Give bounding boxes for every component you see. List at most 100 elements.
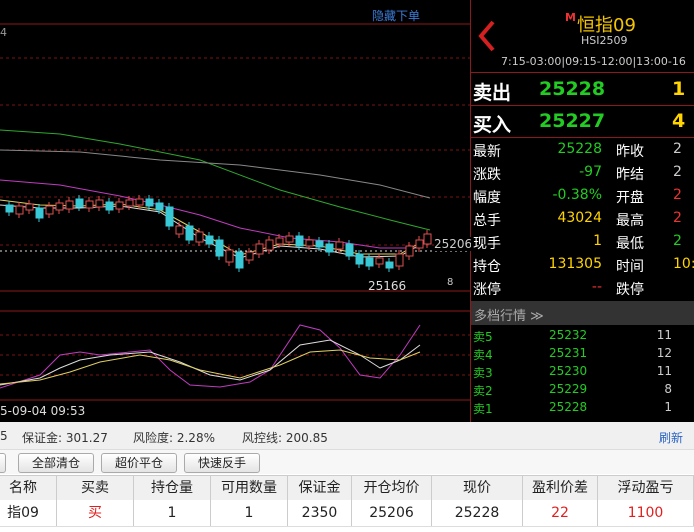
quote-field-label: 时间 bbox=[616, 259, 644, 275]
sell-volume: 1 bbox=[672, 78, 686, 100]
depth-volume: 12 bbox=[656, 346, 672, 360]
column-header[interactable]: 可用数量 bbox=[211, 476, 288, 500]
quote-panel: M 恒指09 HSI2509 7:15-03:00|09:15-12:00|13… bbox=[471, 0, 694, 422]
market-badge: M bbox=[565, 11, 576, 24]
candle-body bbox=[245, 251, 254, 261]
quote-field-value: 2 bbox=[673, 210, 682, 226]
candle-body bbox=[205, 235, 214, 245]
candle-body bbox=[95, 199, 104, 208]
margin-text: 保证金: 301.27 bbox=[22, 431, 108, 445]
depth-row[interactable]: 卖2 25229 8 bbox=[471, 381, 694, 399]
depth-volume: 11 bbox=[656, 328, 672, 342]
kline-chart[interactable]: 隐藏下单 4 25206 25166 8 5-09-04 09:53 bbox=[0, 0, 473, 422]
column-header[interactable]: 盈利价差 bbox=[523, 476, 598, 500]
depth-price: 25229 bbox=[549, 382, 588, 396]
column-header[interactable]: 名称 bbox=[0, 476, 57, 500]
sell-label[interactable]: 卖出 bbox=[473, 78, 511, 105]
buy-label[interactable]: 买入 bbox=[473, 110, 511, 137]
candle-body bbox=[375, 257, 384, 265]
table-cell: 1100 bbox=[598, 500, 694, 526]
candle-body bbox=[405, 245, 414, 257]
depth-price: 25231 bbox=[549, 346, 588, 360]
quote-field-value: 43024 bbox=[557, 210, 602, 226]
divider bbox=[471, 105, 694, 106]
indicator-line-magenta bbox=[0, 324, 421, 389]
depth-row[interactable]: 卖3 25230 11 bbox=[471, 363, 694, 381]
quote-field-value: -- bbox=[591, 279, 602, 295]
depth-row[interactable]: 卖4 25231 12 bbox=[471, 345, 694, 363]
depth-level: 卖3 bbox=[473, 366, 493, 380]
candle-body bbox=[105, 201, 114, 211]
depth-row[interactable]: 卖1 25228 1 bbox=[471, 399, 694, 417]
candle-body bbox=[15, 205, 24, 215]
quote-field-value: 1 bbox=[593, 233, 602, 249]
trade-panel: 5 保证金: 301.27 风险度: 2.28% 风控线: 200.85 刷新 … bbox=[0, 422, 694, 532]
table-cell: 25228 bbox=[432, 500, 523, 526]
risk-text: 风险度: 2.28% bbox=[133, 431, 215, 445]
quote-field-value: 25228 bbox=[557, 141, 602, 157]
column-header[interactable]: 持仓量 bbox=[134, 476, 211, 500]
quote-field-label: 涨跌 bbox=[473, 167, 501, 183]
depth-header[interactable]: 多档行情 ≫ bbox=[471, 301, 694, 325]
sell-price[interactable]: 25228 bbox=[539, 78, 605, 100]
quote-field-label: 现手 bbox=[473, 236, 501, 252]
refresh-link[interactable]: 刷新 bbox=[659, 429, 683, 446]
depth-volume: 8 bbox=[664, 382, 672, 396]
crosshair-date-label: 5-09-04 09:53 bbox=[0, 404, 86, 418]
quote-field-value: 2 bbox=[673, 233, 682, 249]
account-prefix: 5 bbox=[0, 429, 8, 443]
quote-field-label: 涨停 bbox=[473, 282, 501, 298]
column-header[interactable]: 买卖 bbox=[57, 476, 134, 500]
clear-all-button[interactable]: 全部清仓 bbox=[18, 453, 94, 473]
quote-row: 最新 25228 昨收 2 bbox=[471, 139, 694, 162]
quote-field-value: -97 bbox=[579, 164, 602, 180]
table-cell: 买 bbox=[57, 500, 134, 526]
price-line-label: 25206 bbox=[434, 237, 473, 251]
table-row[interactable]: 指09 买 1 1 2350 25206 25228 22 1100 bbox=[0, 500, 694, 527]
candle-body bbox=[75, 198, 84, 208]
candle-body bbox=[225, 249, 234, 263]
depth-title[interactable]: 多档行情 ≫ bbox=[474, 305, 544, 324]
fast-reverse-button[interactable]: 快速反手 bbox=[184, 453, 260, 473]
quote-field-value: 2 bbox=[673, 141, 682, 157]
depth-volume: 1 bbox=[664, 400, 672, 414]
candle-body bbox=[335, 241, 344, 250]
depth-price: 25230 bbox=[549, 364, 588, 378]
depth-level: 卖1 bbox=[473, 402, 493, 416]
toolbar-button-edge[interactable] bbox=[0, 453, 6, 473]
candle-body bbox=[175, 225, 184, 235]
candle-body bbox=[185, 225, 194, 241]
ma-line-green bbox=[0, 129, 431, 231]
depth-level: 卖4 bbox=[473, 348, 493, 362]
quote-row: 总手 43024 最高 2 bbox=[471, 208, 694, 231]
column-header[interactable]: 开仓均价 bbox=[352, 476, 432, 500]
quote-field-label: 最高 bbox=[616, 213, 644, 229]
quote-field-label: 跌停 bbox=[616, 282, 644, 298]
table-cell: 25206 bbox=[352, 500, 432, 526]
quote-field-value: 131305 bbox=[548, 256, 602, 272]
table-cell: 指09 bbox=[0, 500, 57, 526]
column-header[interactable]: 现价 bbox=[432, 476, 523, 500]
buy-price[interactable]: 25227 bbox=[539, 110, 605, 132]
super-close-button[interactable]: 超价平仓 bbox=[101, 453, 177, 473]
candle-body bbox=[423, 233, 432, 245]
kline-canvas[interactable] bbox=[0, 0, 470, 422]
back-arrow-icon[interactable] bbox=[473, 18, 503, 54]
hide-order-link[interactable]: 隐藏下单 bbox=[372, 7, 420, 24]
indicator-line-white bbox=[0, 339, 421, 386]
candle-body bbox=[235, 251, 244, 269]
quote-field-label: 持仓 bbox=[473, 259, 501, 275]
depth-level: 卖2 bbox=[473, 384, 493, 398]
candle-body bbox=[285, 235, 294, 243]
candle-body bbox=[85, 200, 94, 209]
quote-field-label: 最新 bbox=[473, 144, 501, 160]
low-price-label: 25166 bbox=[368, 279, 407, 293]
quote-field-value: 2 bbox=[673, 187, 682, 203]
column-header[interactable]: 保证金 bbox=[288, 476, 352, 500]
depth-price: 25232 bbox=[549, 328, 588, 342]
candle-body bbox=[295, 235, 304, 247]
candle-body bbox=[345, 243, 354, 257]
depth-row[interactable]: 卖5 25232 11 bbox=[471, 327, 694, 345]
divider bbox=[471, 72, 694, 73]
column-header[interactable]: 浮动盈亏 bbox=[598, 476, 694, 500]
